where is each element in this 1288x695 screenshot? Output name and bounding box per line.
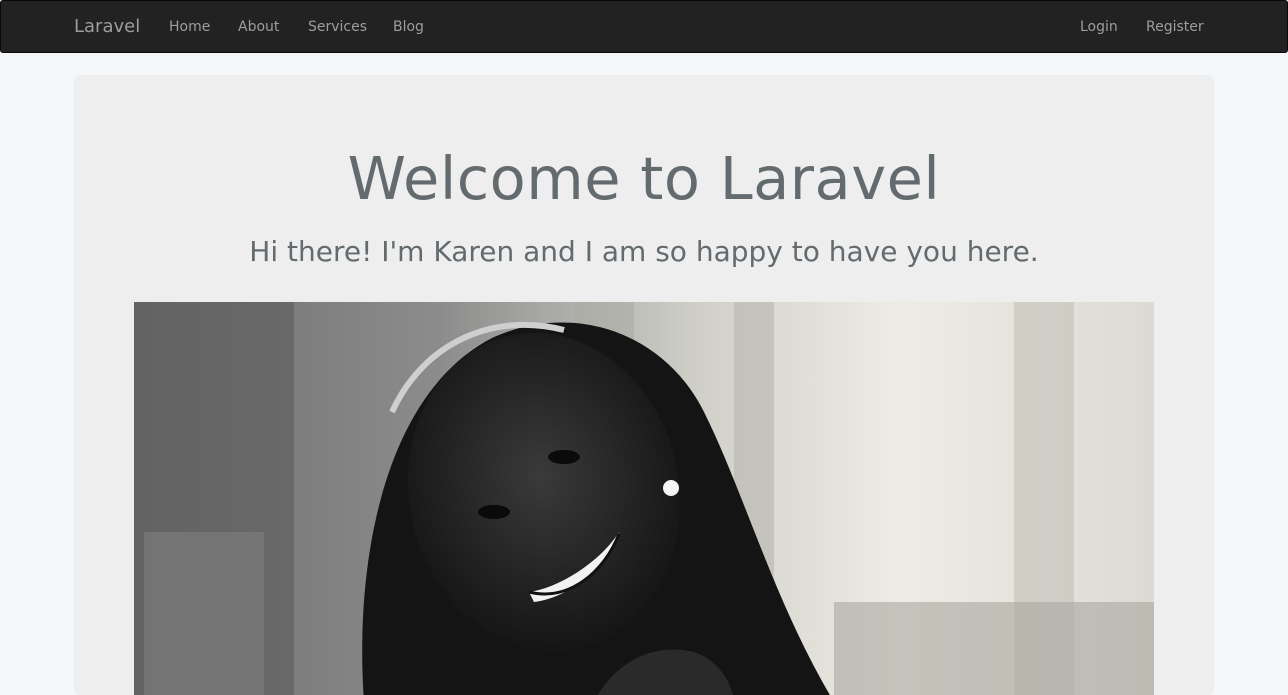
nav-link-login[interactable]: Login bbox=[1080, 18, 1118, 36]
nav-link-about[interactable]: About bbox=[238, 18, 279, 36]
page-title: Welcome to Laravel bbox=[347, 144, 941, 213]
jumbotron: Welcome to Laravel Hi there! I'm Karen a… bbox=[74, 75, 1214, 695]
nav-link-home[interactable]: Home bbox=[169, 18, 210, 36]
nav-link-blog[interactable]: Blog bbox=[393, 18, 424, 36]
profile-photo-image bbox=[134, 302, 1154, 695]
nav-link-services[interactable]: Services bbox=[308, 18, 367, 36]
lead-text: Hi there! I'm Karen and I am so happy to… bbox=[249, 235, 1039, 268]
navbar: Laravel Home About Services Blog Login R… bbox=[0, 0, 1288, 53]
navbar-brand[interactable]: Laravel bbox=[74, 16, 140, 38]
nav-link-register[interactable]: Register bbox=[1146, 18, 1204, 36]
profile-photo bbox=[134, 302, 1154, 695]
